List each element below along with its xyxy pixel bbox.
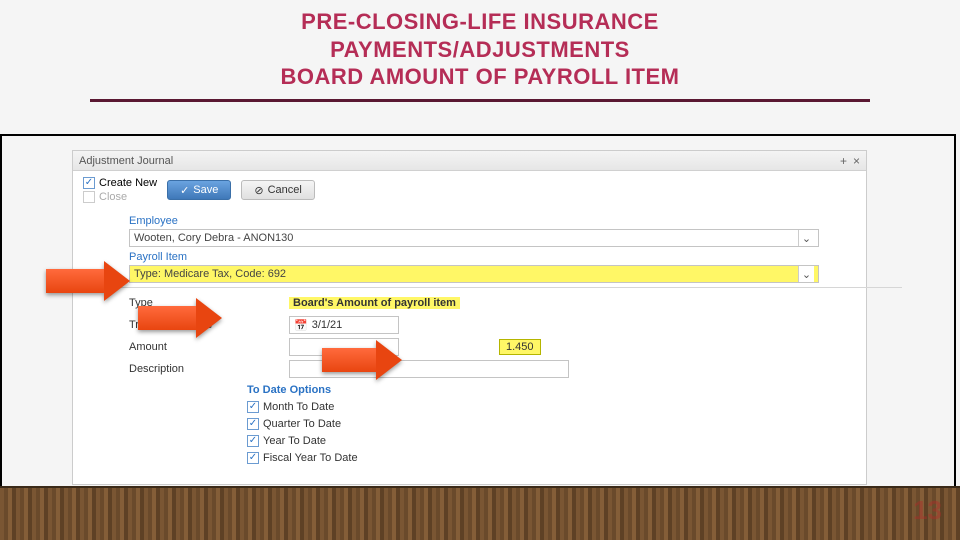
qtd-label: Quarter To Date [263,418,341,430]
employee-value: Wooten, Cory Debra - ANON130 [134,232,293,244]
opt-mtd: ✓ Month To Date [247,398,846,415]
save-button-label: Save [193,184,218,196]
window-close-icon[interactable]: × [853,154,860,168]
transaction-date-row: Transaction Date 📅 3/1/21 [129,314,846,336]
save-button[interactable]: ✓ Save [167,180,231,200]
create-new-checkbox[interactable]: ✓ [83,177,95,189]
title-line-1: PRE-CLOSING-LIFE INSURANCE [0,8,960,36]
callout-arrow-3 [322,340,402,380]
amount-highlight: 1.450 [499,339,541,355]
page-number: 13 [913,495,942,526]
description-row: Description [129,358,846,380]
ytd-label: Year To Date [263,435,326,447]
fytd-checkbox[interactable]: ✓ [247,452,259,464]
close-label: Close [99,191,127,203]
type-value: Board's Amount of payroll item [289,297,460,309]
callout-arrow-1 [46,261,130,301]
employee-select[interactable]: Wooten, Cory Debra - ANON130 ⌄ [129,229,819,247]
amount-row: Amount 1.450 [129,336,846,358]
employee-label: Employee [129,215,846,227]
create-new-label: Create New [99,177,157,189]
opt-fytd: ✓ Fiscal Year To Date [247,449,846,466]
window-title: Adjustment Journal [79,155,173,167]
toolbar-check-group: ✓ Create New Close [83,177,157,203]
toolbar: ✓ Create New Close ✓ Save ⊘ Cancel [73,171,866,209]
title-line-3: BOARD AMOUNT OF PAYROLL ITEM [0,63,960,91]
slide-title: PRE-CLOSING-LIFE INSURANCE PAYMENTS/ADJU… [0,0,960,95]
transaction-date-value: 3/1/21 [312,319,343,331]
title-underline [90,99,870,102]
opt-qtd: ✓ Quarter To Date [247,415,846,432]
close-checkbox[interactable] [83,191,95,203]
payroll-item-label: Payroll Item [129,251,846,263]
mtd-label: Month To Date [263,401,334,413]
to-date-header: To Date Options [247,384,846,396]
chevron-down-icon: ⌄ [798,230,814,246]
transaction-date-input[interactable]: 📅 3/1/21 [289,316,399,334]
wood-floor-background [0,486,960,540]
window-controls: + × [840,154,860,168]
type-row: Type Board's Amount of payroll item [129,292,846,314]
check-icon: ✓ [180,184,189,197]
window-titlebar: Adjustment Journal + × [73,151,866,171]
qtd-checkbox[interactable]: ✓ [247,418,259,430]
description-label: Description [129,363,247,375]
window-new-icon[interactable]: + [840,154,847,168]
payroll-item-select[interactable]: Type: Medicare Tax, Code: 692 ⌄ [129,265,819,283]
calendar-icon: 📅 [294,319,308,332]
amount-label: Amount [129,341,247,353]
callout-arrow-2 [138,298,222,338]
mtd-checkbox[interactable]: ✓ [247,401,259,413]
fytd-label: Fiscal Year To Date [263,452,358,464]
title-line-2: PAYMENTS/ADJUSTMENTS [0,36,960,64]
ytd-checkbox[interactable]: ✓ [247,435,259,447]
chevron-down-icon: ⌄ [798,266,814,282]
cancel-button-label: Cancel [268,184,302,196]
opt-ytd: ✓ Year To Date [247,432,846,449]
cancel-icon: ⊘ [254,184,263,197]
payroll-item-value: Type: Medicare Tax, Code: 692 [134,268,286,280]
divider [73,287,902,288]
cancel-button[interactable]: ⊘ Cancel [241,180,314,200]
